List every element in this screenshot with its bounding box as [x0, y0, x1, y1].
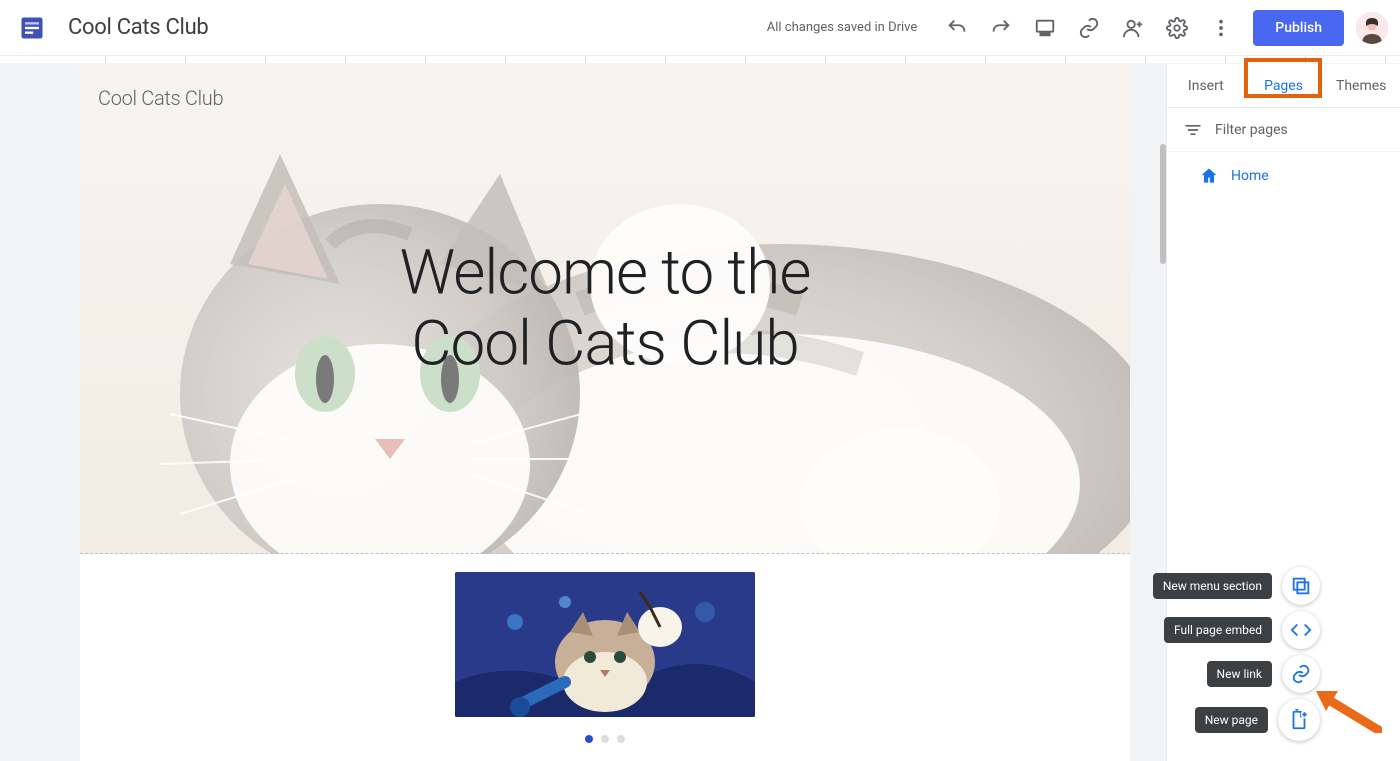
sidebar-tabs: Insert Pages Themes: [1167, 64, 1400, 108]
fab-label-full-page-embed: Full page embed: [1164, 617, 1272, 643]
fab-new-menu-section[interactable]: [1282, 567, 1320, 605]
filter-icon: [1183, 120, 1203, 140]
canvas-site-name[interactable]: Cool Cats Club: [98, 86, 223, 110]
tab-pages[interactable]: Pages: [1245, 64, 1323, 107]
filter-pages-label: Filter pages: [1215, 122, 1288, 138]
fab-label-new-page: New page: [1195, 707, 1268, 733]
embed-icon: [1290, 619, 1312, 641]
app-logo-icon[interactable]: [12, 8, 52, 48]
hero-title[interactable]: Welcome to the Cool Cats Club: [133, 238, 1078, 381]
fab-full-page-embed[interactable]: [1282, 611, 1320, 649]
fab-new-page[interactable]: [1278, 699, 1320, 741]
more-icon[interactable]: [1201, 8, 1241, 48]
home-icon: [1199, 166, 1219, 186]
header-toolbar: [937, 8, 1241, 48]
site-canvas[interactable]: Cool Cats Club Welcome to the Cool Cats …: [80, 64, 1130, 761]
page-item-home[interactable]: Home: [1167, 152, 1400, 200]
undo-icon[interactable]: [937, 8, 977, 48]
carousel-dot-1[interactable]: [585, 735, 593, 743]
share-icon[interactable]: [1113, 8, 1153, 48]
filter-pages-row[interactable]: Filter pages: [1167, 108, 1400, 152]
fab-stack: New menu section Full page embed New lin…: [1153, 567, 1320, 741]
hero-section[interactable]: Cool Cats Club Welcome to the Cool Cats …: [80, 64, 1130, 554]
link-small-icon: [1290, 663, 1312, 685]
hero-title-line2: Cool Cats Club: [411, 308, 798, 381]
settings-icon[interactable]: [1157, 8, 1197, 48]
site-title[interactable]: Cool Cats Club: [68, 15, 208, 40]
carousel-dot-2[interactable]: [601, 735, 609, 743]
link-icon[interactable]: [1069, 8, 1109, 48]
hero-title-line1: Welcome to the: [400, 237, 811, 310]
preview-icon[interactable]: [1025, 8, 1065, 48]
fab-new-link[interactable]: [1282, 655, 1320, 693]
menu-section-icon: [1290, 575, 1312, 597]
ruler: [0, 56, 1400, 64]
redo-icon[interactable]: [981, 8, 1021, 48]
fab-label-new-link: New link: [1207, 661, 1272, 687]
publish-button[interactable]: Publish: [1253, 10, 1344, 46]
section-divider: [80, 553, 1130, 554]
fab-label-new-menu-section: New menu section: [1153, 573, 1272, 599]
new-page-icon: [1288, 709, 1310, 731]
tab-themes[interactable]: Themes: [1322, 64, 1400, 107]
account-avatar[interactable]: [1356, 12, 1388, 44]
tab-insert[interactable]: Insert: [1167, 64, 1245, 107]
app-header: Cool Cats Club All changes saved in Driv…: [0, 0, 1400, 56]
carousel-image[interactable]: [455, 572, 755, 717]
carousel-dots: [80, 735, 1130, 743]
canvas-area: Cool Cats Club Welcome to the Cool Cats …: [0, 64, 1166, 761]
save-status-text: All changes saved in Drive: [767, 20, 918, 35]
carousel-dot-3[interactable]: [617, 735, 625, 743]
page-item-label: Home: [1231, 168, 1269, 184]
content-section[interactable]: [80, 554, 1130, 761]
